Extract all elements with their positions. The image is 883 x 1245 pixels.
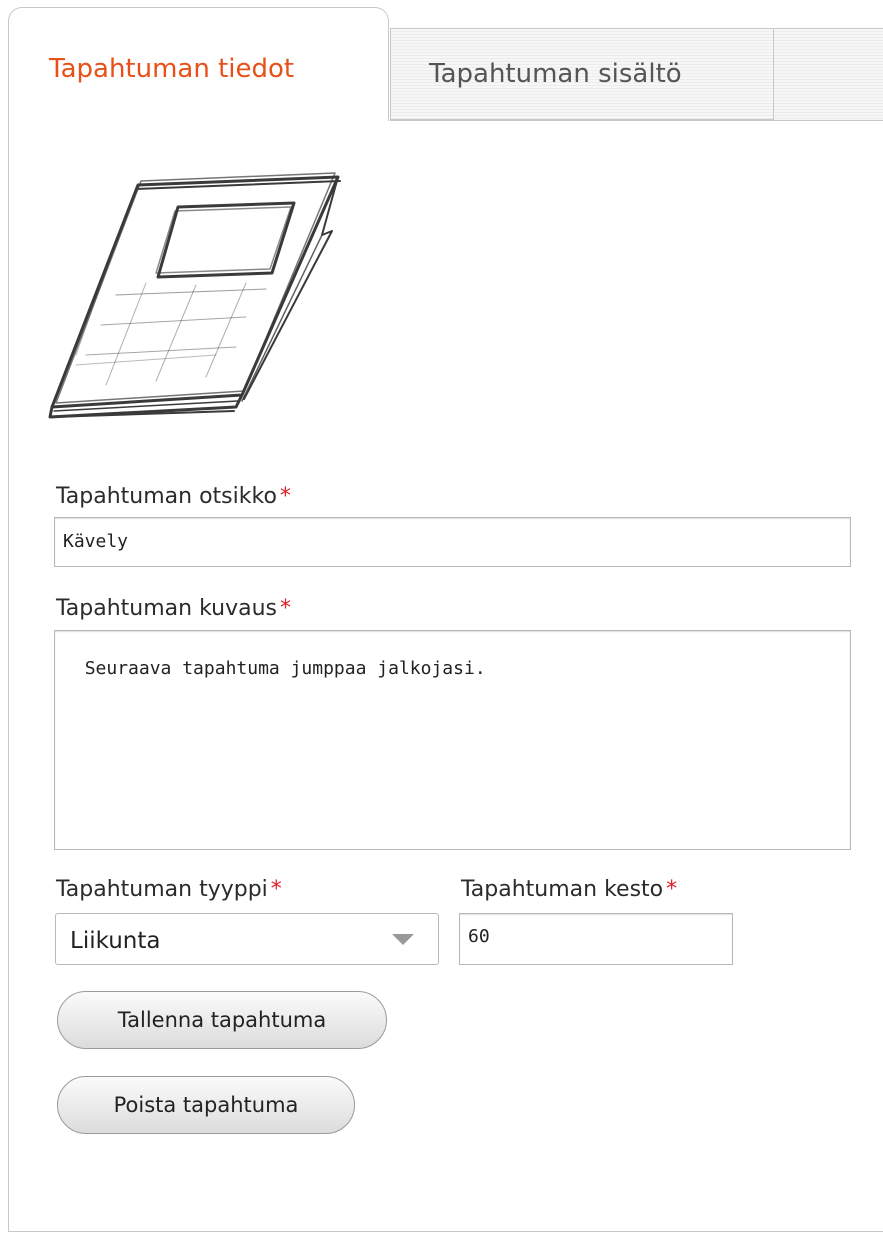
- save-button[interactable]: Tallenna tapahtuma: [57, 991, 387, 1049]
- duration-label-text: Tapahtuman kesto: [461, 877, 664, 902]
- delete-button[interactable]: Poista tapahtuma: [57, 1076, 355, 1134]
- description-label-text: Tapahtuman kuvaus: [56, 596, 277, 621]
- duration-input-value: 60: [468, 926, 490, 947]
- type-select[interactable]: Liikunta: [55, 913, 439, 965]
- type-select-value: Liikunta: [70, 928, 161, 954]
- duration-label: Tapahtuman kesto *: [461, 877, 677, 902]
- panel-border-bottom: [8, 1231, 883, 1232]
- required-mark: *: [279, 484, 291, 509]
- title-label-text: Tapahtuman otsikko: [56, 484, 277, 509]
- tab-label: Tapahtuman tiedot: [49, 54, 295, 84]
- description-label: Tapahtuman kuvaus *: [56, 596, 291, 621]
- title-label: Tapahtuman otsikko *: [56, 484, 291, 509]
- type-label: Tapahtuman tyyppi *: [56, 877, 282, 902]
- book-sketch-icon: [48, 172, 341, 419]
- tab-strip-filler: [773, 28, 883, 120]
- panel-border: [8, 120, 9, 1232]
- type-label-text: Tapahtuman tyyppi: [56, 877, 268, 902]
- tab-tapahtuman-sisalto[interactable]: Tapahtuman sisältö: [390, 28, 774, 120]
- title-input-value: Kävely: [63, 531, 129, 552]
- tab-label: Tapahtuman sisältö: [429, 59, 682, 89]
- tab-tapahtuman-tiedot[interactable]: Tapahtuman tiedot: [8, 7, 389, 121]
- required-mark: *: [666, 877, 678, 902]
- required-mark: *: [270, 877, 282, 902]
- chevron-down-icon: [392, 934, 414, 945]
- required-mark: *: [280, 596, 291, 621]
- duration-input[interactable]: 60: [459, 913, 733, 965]
- title-input[interactable]: Kävely: [54, 517, 851, 567]
- description-textarea[interactable]: Seuraava tapahtuma jumppaa jalkojasi.: [54, 630, 851, 850]
- description-textarea-value: Seuraava tapahtuma jumppaa jalkojasi.: [84, 658, 486, 679]
- tab-baseline: [390, 120, 883, 121]
